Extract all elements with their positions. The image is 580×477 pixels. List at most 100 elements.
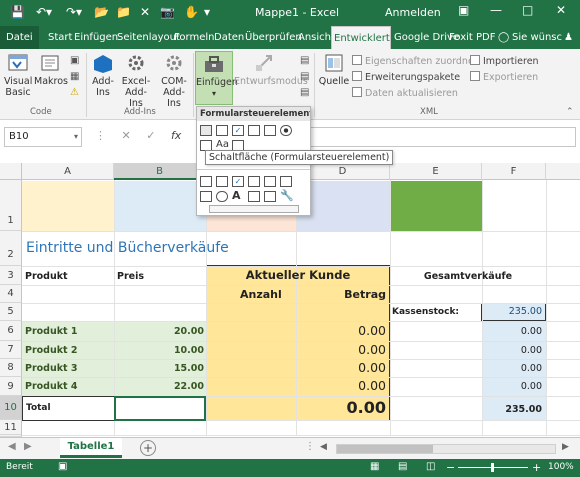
exportieren[interactable]: Exportieren xyxy=(470,71,538,83)
folder-icon[interactable]: 📁 xyxy=(116,5,131,19)
name-box[interactable]: B10 ▾ xyxy=(4,127,82,147)
zoom-slider-thumb[interactable] xyxy=(491,463,494,472)
scroll-left-icon[interactable]: ◀ xyxy=(320,442,327,452)
properties-icon[interactable]: ▤ xyxy=(300,55,309,66)
save-icon[interactable]: 💾 xyxy=(10,5,25,19)
signin-link[interactable]: Anmelden xyxy=(385,6,441,19)
zoom-out-icon[interactable]: − xyxy=(446,461,455,474)
tell-me-search[interactable]: Sie wünsc xyxy=(510,26,564,49)
row-header-6[interactable]: 6 xyxy=(0,321,22,341)
option-button-icon[interactable] xyxy=(280,125,292,136)
button-control-icon[interactable] xyxy=(200,125,212,136)
erweiterungspakete[interactable]: Erweiterungspakete xyxy=(352,71,460,83)
tab-daten[interactable]: Daten xyxy=(212,26,246,49)
row-header-3[interactable]: 3 xyxy=(0,266,22,285)
excel-add-ins-button[interactable]: Excel-Add-Ins xyxy=(118,53,154,109)
hand-icon[interactable]: ✋ xyxy=(184,5,199,19)
checkbox-control-icon[interactable]: ✓ xyxy=(232,125,244,136)
ribbon-display-icon[interactable]: ▣ xyxy=(458,3,469,17)
tab-formeln[interactable]: Formeln xyxy=(172,26,216,49)
maximize-icon[interactable]: □ xyxy=(522,3,533,17)
zoom-in-icon[interactable]: + xyxy=(532,461,541,474)
redo-icon[interactable]: ↷▾ xyxy=(66,5,82,19)
run-dialog-icon[interactable]: ▤ xyxy=(300,87,309,98)
combo-box-icon[interactable] xyxy=(216,125,228,136)
camera-icon[interactable]: 📷 xyxy=(160,5,175,19)
view-code-icon[interactable]: ▤ xyxy=(300,71,309,82)
insert-function-icon[interactable]: fx xyxy=(171,129,181,142)
active-cell-b10[interactable] xyxy=(114,396,206,421)
activex-option-icon[interactable] xyxy=(216,191,228,202)
tab-ueberpruefen[interactable]: Überprüfen xyxy=(243,26,304,49)
col-header-b[interactable]: B xyxy=(114,163,206,180)
activex-checkbox-icon[interactable]: ✓ xyxy=(232,176,244,187)
row-header-2[interactable]: 2 xyxy=(0,231,22,266)
col-header-g[interactable] xyxy=(546,163,580,180)
importieren[interactable]: Importieren xyxy=(470,55,539,67)
makros-button[interactable]: Makros xyxy=(34,53,68,87)
page-layout-view-icon[interactable]: ▤ xyxy=(398,461,407,472)
sheet-tabs-splitter-icon[interactable]: ⋮ xyxy=(305,441,315,452)
row-header-8[interactable]: 8 xyxy=(0,359,22,377)
row-header-11[interactable]: 11 xyxy=(0,420,22,435)
close-icon[interactable]: ✕ xyxy=(556,3,566,17)
col-header-a[interactable]: A xyxy=(22,163,114,180)
scroll-right-icon[interactable]: ▶ xyxy=(562,442,569,452)
page-break-view-icon[interactable]: ◫ xyxy=(426,461,435,472)
activex-button-icon[interactable] xyxy=(200,176,212,187)
add-ins-button[interactable]: Add-Ins xyxy=(88,53,118,98)
share-icon[interactable]: ♟ xyxy=(562,26,575,49)
close-x-icon[interactable]: ✕ xyxy=(140,5,150,19)
activex-scrollbar-icon[interactable] xyxy=(280,176,292,187)
tell-me-icon[interactable]: ◯ xyxy=(496,26,511,49)
sheet-tab-tabelle1[interactable]: Tabelle1 xyxy=(60,438,122,458)
quelle-button[interactable]: Quelle xyxy=(318,53,350,87)
entwurfsmodus-button[interactable]: Entwurfsmodus xyxy=(234,53,308,87)
prev-sheet-icon[interactable]: ◀ xyxy=(8,441,16,452)
row-header-5[interactable]: 5 xyxy=(0,303,22,321)
tab-foxit-pdf[interactable]: Foxit PDF xyxy=(447,26,497,49)
einfuegen-button[interactable]: Einfügen ▾ xyxy=(195,51,238,105)
activex-scroll-track[interactable] xyxy=(209,205,299,213)
label-control-icon[interactable]: Aa xyxy=(216,139,229,150)
col-header-f[interactable]: F xyxy=(482,163,546,180)
tab-datei[interactable]: Datei xyxy=(0,26,39,49)
next-sheet-icon[interactable]: ▶ xyxy=(24,441,32,452)
row-header-7[interactable]: 7 xyxy=(0,341,22,359)
collapse-ribbon-icon[interactable]: ⌃ xyxy=(566,107,574,117)
new-sheet-button[interactable]: + xyxy=(140,440,156,456)
horizontal-scrollbar[interactable] xyxy=(336,444,556,454)
open-folder-icon[interactable]: 📂 xyxy=(94,5,109,19)
row-header-10[interactable]: 10 xyxy=(0,396,22,420)
record-macro-icon[interactable]: ▣ xyxy=(70,55,79,66)
undo-icon[interactable]: ↶▾ xyxy=(36,5,52,19)
col-header-e[interactable]: E xyxy=(390,163,482,180)
tab-start[interactable]: Start xyxy=(46,26,74,49)
zoom-level[interactable]: 100% xyxy=(548,462,574,472)
row-header-1[interactable]: 1 xyxy=(0,180,22,231)
normal-view-icon[interactable]: ▦ xyxy=(370,461,379,472)
activex-spin-icon[interactable] xyxy=(200,191,212,202)
cancel-icon[interactable]: ✕ xyxy=(122,129,131,142)
activex-textbox-icon[interactable] xyxy=(264,176,276,187)
row-header-9[interactable]: 9 xyxy=(0,377,22,396)
customize-quick-access-icon[interactable]: ▾ xyxy=(204,5,210,19)
row-header-4[interactable]: 4 xyxy=(0,285,22,303)
list-box-icon[interactable] xyxy=(264,125,276,136)
minimize-icon[interactable]: — xyxy=(490,3,502,17)
tab-entwicklertools[interactable]: Entwicklertoo xyxy=(331,26,391,49)
eigenschaften-zuordnen[interactable]: Eigenschaften zuordnen xyxy=(352,55,480,67)
relative-refs-icon[interactable]: ▦ xyxy=(70,71,79,82)
select-all-corner[interactable] xyxy=(0,163,22,180)
activex-image-icon[interactable] xyxy=(248,191,260,202)
macro-security-icon[interactable]: ⚠ xyxy=(70,87,79,98)
more-controls-icon[interactable]: 🔧 xyxy=(280,189,294,202)
com-add-ins-button[interactable]: COM-Add-Ins xyxy=(156,53,192,109)
name-box-dropdown-icon[interactable]: ▾ xyxy=(74,128,78,146)
activex-toggle-icon[interactable] xyxy=(264,191,276,202)
activex-listbox-icon[interactable] xyxy=(248,176,260,187)
activex-label-icon[interactable]: A xyxy=(232,189,241,202)
daten-aktualisieren[interactable]: Daten aktualisieren xyxy=(352,87,458,99)
macro-record-icon[interactable]: ▣ xyxy=(58,461,67,472)
tab-einfuegen[interactable]: Einfügen xyxy=(72,26,120,49)
